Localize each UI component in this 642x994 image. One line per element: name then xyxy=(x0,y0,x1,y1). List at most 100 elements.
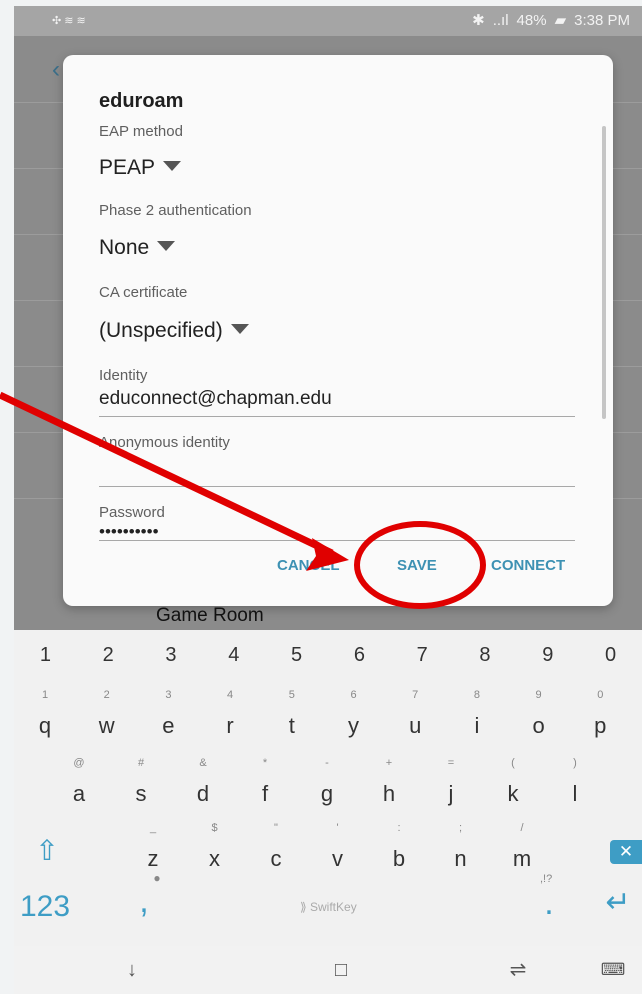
letter-key-p[interactable]: 0p xyxy=(571,688,629,746)
key-hint: 0 xyxy=(597,689,604,701)
save-button[interactable]: SAVE xyxy=(397,557,437,574)
enter-icon[interactable]: ↵ xyxy=(598,888,638,918)
key-hint: ' xyxy=(336,822,339,834)
letter-key-s[interactable]: # s xyxy=(112,756,170,814)
letter-key-l[interactable]: ) l xyxy=(546,756,604,814)
key-hint: ; xyxy=(458,822,463,834)
key-label: b xyxy=(392,846,406,871)
key-hint: & xyxy=(199,757,207,769)
connect-button[interactable]: CONNECT xyxy=(491,557,565,574)
key-label: l xyxy=(572,781,578,806)
period-key[interactable]: . xyxy=(534,884,564,928)
dialog-scrollbar[interactable] xyxy=(602,126,606,419)
chevron-down-icon xyxy=(230,324,249,334)
password-label: Password xyxy=(99,504,165,521)
key-hint: ( xyxy=(511,757,515,769)
key-hint: _ xyxy=(149,822,157,834)
key-label: q xyxy=(38,713,52,738)
key-label: u xyxy=(409,713,422,738)
backspace-icon[interactable]: ✕ xyxy=(610,840,642,864)
space-key[interactable]: ⟫ SwiftKey xyxy=(300,898,430,916)
dialog-title: eduroam xyxy=(99,90,184,112)
status-time: 3:38 PM xyxy=(574,12,630,29)
letter-key-d[interactable]: & d xyxy=(174,756,232,814)
phase2-auth-select[interactable]: None xyxy=(99,236,176,260)
letter-key-n[interactable]: ; n xyxy=(432,821,490,879)
letter-key-t[interactable]: 5t xyxy=(263,688,321,746)
key-hint: + xyxy=(385,757,393,769)
status-bar: ✣ ≋ ≋ ✱ ..ıl 48% ▰ 3:38 PM xyxy=(14,6,642,36)
key-hint: " xyxy=(274,822,278,834)
number-key[interactable]: 4 xyxy=(202,638,265,672)
letter-key-i[interactable]: 8i xyxy=(448,688,506,746)
comma-key[interactable]: , xyxy=(132,880,156,926)
letter-key-b[interactable]: :b xyxy=(370,821,428,879)
key-label: w xyxy=(98,713,115,738)
number-key[interactable]: 7 xyxy=(391,638,454,672)
letter-key-x[interactable]: $ x xyxy=(186,821,244,879)
numbers-mode-key[interactable]: 123 xyxy=(20,883,92,931)
letter-key-u[interactable]: 7u xyxy=(386,688,444,746)
letter-key-f[interactable]: * f xyxy=(236,756,294,814)
number-key[interactable]: 2 xyxy=(77,638,140,672)
number-key[interactable]: 1 xyxy=(14,638,77,672)
letter-key-a[interactable]: @ a xyxy=(50,756,108,814)
letter-key-e[interactable]: 3e xyxy=(139,688,197,746)
number-key[interactable]: 9 xyxy=(516,638,579,672)
key-hint: 1 xyxy=(41,689,49,701)
status-right: ✱ ..ıl 48% ▰ 3:38 PM xyxy=(472,6,630,36)
eap-method-value: PEAP xyxy=(99,156,156,179)
key-hint: 3 xyxy=(165,689,172,701)
identity-input[interactable]: educonnect@chapman.edu xyxy=(99,388,332,410)
cancel-button[interactable]: CANCEL xyxy=(277,557,340,574)
letter-key-c[interactable]: " c xyxy=(247,821,305,879)
eap-method-label: EAP method xyxy=(99,123,183,140)
home-nav-icon[interactable]: □ xyxy=(324,956,358,984)
key-label: x xyxy=(209,846,220,871)
key-label: p xyxy=(594,713,607,738)
background-network-name[interactable]: Game Room xyxy=(156,606,264,626)
keyboard-icon[interactable]: ⌨ xyxy=(596,956,630,984)
key-hint: = xyxy=(447,757,455,769)
network-indicator-icon: ..ıl xyxy=(492,12,509,29)
number-key[interactable]: 6 xyxy=(328,638,391,672)
back-arrow-icon[interactable]: ‹ xyxy=(52,56,60,84)
letter-key-m[interactable]: / m xyxy=(493,821,551,879)
key-label: c xyxy=(270,846,282,871)
chevron-down-icon xyxy=(163,161,182,171)
letter-key-g[interactable]: -g xyxy=(298,756,356,814)
letter-key-o[interactable]: 9o xyxy=(510,688,568,746)
number-key[interactable]: 0 xyxy=(579,638,642,672)
back-nav-icon[interactable]: ↓ xyxy=(115,956,149,984)
shift-icon[interactable]: ⇧ xyxy=(20,833,74,873)
letter-key-h[interactable]: + h xyxy=(360,756,418,814)
ca-certificate-label: CA certificate xyxy=(99,284,188,301)
battery-percent: 48% xyxy=(516,12,547,29)
password-input[interactable]: •••••••••• xyxy=(99,522,159,542)
microphone-icon[interactable]: ● xyxy=(151,870,163,886)
ca-certificate-value: (Unspecified) xyxy=(99,319,223,342)
key-hint: @ xyxy=(73,757,85,769)
recent-apps-icon[interactable]: ⇌ xyxy=(501,956,535,984)
number-row: 1234567890 xyxy=(14,638,642,672)
letter-key-q[interactable]: 1q xyxy=(16,688,74,746)
letter-key-w[interactable]: 2w xyxy=(78,688,136,746)
password-underline xyxy=(99,540,575,541)
key-hint: : xyxy=(397,822,401,834)
key-hint: ) xyxy=(573,757,577,769)
key-label: t xyxy=(288,713,295,738)
letter-key-v[interactable]: ' v xyxy=(309,821,367,879)
number-key[interactable]: 3 xyxy=(140,638,203,672)
number-key[interactable]: 5 xyxy=(265,638,328,672)
key-label: e xyxy=(162,713,175,738)
key-hint: 5 xyxy=(288,689,295,701)
key-label: k xyxy=(507,781,519,806)
ca-certificate-select[interactable]: (Unspecified) xyxy=(99,319,249,343)
letter-key-k[interactable]: (k xyxy=(484,756,542,814)
letter-key-y[interactable]: 6y xyxy=(325,688,383,746)
letter-key-j[interactable]: = j xyxy=(422,756,480,814)
number-key[interactable]: 8 xyxy=(454,638,517,672)
eap-method-select[interactable]: PEAP xyxy=(99,156,182,180)
letter-key-r[interactable]: 4r xyxy=(201,688,259,746)
key-label: s xyxy=(135,781,147,806)
